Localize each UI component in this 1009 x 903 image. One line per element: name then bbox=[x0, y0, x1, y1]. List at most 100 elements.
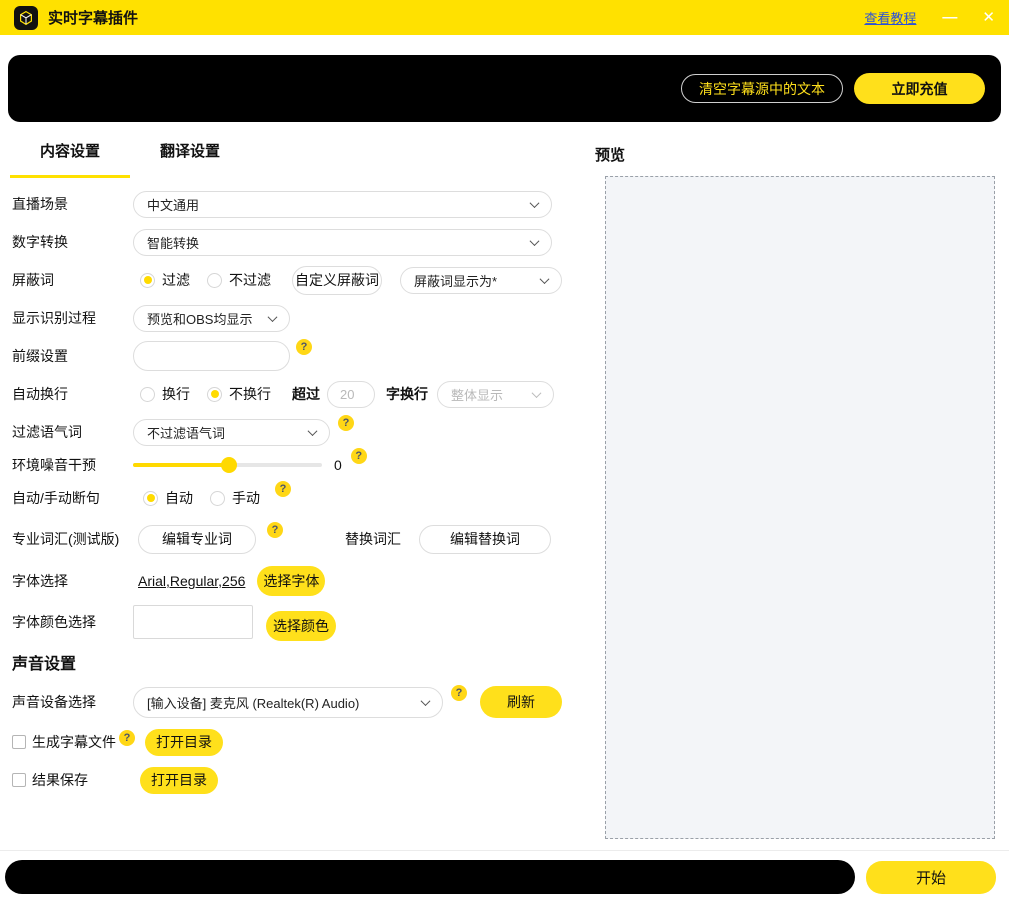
choose-color-button[interactable]: 选择颜色 bbox=[266, 611, 336, 641]
replace-vocab-label: 替换词汇 bbox=[345, 529, 401, 549]
tab-translation-settings[interactable]: 翻译设置 bbox=[130, 122, 250, 178]
live-scene-select[interactable]: 中文通用 bbox=[133, 191, 552, 218]
blocked-words-display-select[interactable]: 屏蔽词显示为* bbox=[400, 267, 562, 294]
slider-thumb[interactable] bbox=[221, 457, 237, 473]
live-scene-label: 直播场景 bbox=[12, 194, 133, 214]
noise-value: 0 bbox=[334, 457, 342, 473]
subtitle-source-panel: 清空字幕源中的文本 立即充值 bbox=[8, 55, 1001, 122]
preview-title: 预览 bbox=[595, 144, 1009, 165]
open-result-dir-button[interactable]: 打开目录 bbox=[140, 767, 218, 794]
subtitle-output-bar bbox=[5, 860, 855, 894]
show-process-select[interactable]: 预览和OBS均显示 bbox=[133, 305, 290, 332]
show-process-label: 显示识别过程 bbox=[12, 308, 133, 328]
filter-modal-row: 过滤语气词 不过滤语气词 ? bbox=[0, 413, 580, 451]
blocked-words-row: 屏蔽词 过滤 不过滤 自定义屏蔽词 屏蔽词显示为* bbox=[0, 261, 580, 299]
noise-label: 环境噪音干预 bbox=[12, 455, 133, 475]
pro-vocab-label: 专业词汇(测试版) bbox=[12, 529, 133, 549]
number-convert-row: 数字转换 智能转换 bbox=[0, 223, 580, 261]
edit-pro-vocab-button[interactable]: 编辑专业词 bbox=[138, 525, 256, 554]
open-subtitle-dir-button[interactable]: 打开目录 bbox=[145, 729, 223, 756]
edit-replace-vocab-button[interactable]: 编辑替换词 bbox=[419, 525, 551, 554]
chevron-down-icon bbox=[530, 198, 540, 208]
number-convert-select[interactable]: 智能转换 bbox=[133, 229, 552, 256]
wrap-suffix-label: 字换行 bbox=[386, 384, 428, 404]
app-title: 实时字幕插件 bbox=[48, 7, 138, 28]
settings-tabs: 内容设置 翻译设置 bbox=[0, 122, 580, 178]
wrap-count-input[interactable] bbox=[327, 381, 375, 408]
help-icon[interactable]: ? bbox=[451, 685, 467, 701]
view-tutorial-link[interactable]: 查看教程 bbox=[864, 8, 916, 27]
filter-modal-select[interactable]: 不过滤语气词 bbox=[133, 419, 330, 446]
sentence-break-label: 自动/手动断句 bbox=[12, 488, 133, 508]
tab-content-settings[interactable]: 内容设置 bbox=[10, 122, 130, 178]
save-result-checkbox[interactable] bbox=[12, 773, 26, 787]
chevron-down-icon bbox=[421, 696, 431, 706]
preview-panel bbox=[605, 176, 995, 839]
font-color-label: 字体颜色选择 bbox=[12, 612, 133, 632]
custom-blocked-words-button[interactable]: 自定义屏蔽词 bbox=[292, 266, 382, 295]
minimize-icon[interactable]: — bbox=[942, 10, 956, 25]
chevron-down-icon bbox=[540, 274, 550, 284]
auto-wrap-label: 自动换行 bbox=[12, 384, 133, 404]
live-scene-row: 直播场景 中文通用 bbox=[0, 185, 580, 223]
font-select-label: 字体选择 bbox=[12, 571, 133, 591]
chevron-down-icon bbox=[532, 388, 542, 398]
settings-column: 内容设置 翻译设置 直播场景 中文通用 bbox=[0, 122, 580, 850]
number-convert-label: 数字转换 bbox=[12, 232, 133, 252]
nowrap-radio[interactable] bbox=[207, 387, 222, 402]
clear-subtitle-text-button[interactable]: 清空字幕源中的文本 bbox=[681, 74, 843, 103]
chevron-down-icon bbox=[308, 426, 318, 436]
app-window: 实时字幕插件 查看教程 — ✕ 清空字幕源中的文本 立即充值 内容设置 翻译设置 bbox=[0, 0, 1009, 903]
help-icon[interactable]: ? bbox=[351, 448, 367, 464]
font-select-row: 字体选择 Arial,Regular,256 选择字体 bbox=[0, 561, 580, 601]
sound-device-row: 声音设备选择 [输入设备] 麦克风 (Realtek(R) Audio) ? 刷… bbox=[0, 681, 580, 723]
show-process-row: 显示识别过程 预览和OBS均显示 bbox=[0, 299, 580, 337]
prefix-row: 前缀设置 ? bbox=[0, 337, 580, 375]
start-button[interactable]: 开始 bbox=[866, 861, 996, 894]
current-font-link[interactable]: Arial,Regular,256 bbox=[138, 573, 245, 589]
blocked-words-nofilter-radio[interactable] bbox=[207, 273, 222, 288]
help-icon[interactable]: ? bbox=[267, 522, 283, 538]
refresh-button[interactable]: 刷新 bbox=[480, 686, 562, 718]
prefix-input[interactable] bbox=[133, 341, 290, 371]
cube-icon bbox=[17, 9, 35, 27]
save-result-row: 结果保存 打开目录 bbox=[0, 761, 580, 799]
help-icon[interactable]: ? bbox=[338, 415, 354, 431]
wrap-radio[interactable] bbox=[140, 387, 155, 402]
blocked-words-label: 屏蔽词 bbox=[12, 270, 133, 290]
noise-slider[interactable] bbox=[133, 457, 322, 473]
chevron-down-icon bbox=[530, 236, 540, 246]
blocked-words-filter-radio[interactable] bbox=[140, 273, 155, 288]
prefix-label: 前缀设置 bbox=[12, 346, 133, 366]
footer-bar: 开始 bbox=[0, 850, 1009, 903]
sound-device-select[interactable]: [输入设备] 麦克风 (Realtek(R) Audio) bbox=[133, 687, 443, 718]
help-icon[interactable]: ? bbox=[119, 730, 135, 746]
app-logo bbox=[14, 6, 38, 30]
close-icon[interactable]: ✕ bbox=[982, 10, 995, 25]
help-icon[interactable]: ? bbox=[275, 481, 291, 497]
display-mode-select[interactable]: 整体显示 bbox=[437, 381, 554, 408]
noise-row: 环境噪音干预 0 ? bbox=[0, 451, 580, 479]
choose-font-button[interactable]: 选择字体 bbox=[257, 566, 325, 596]
active-tab-underline bbox=[10, 175, 130, 178]
help-icon[interactable]: ? bbox=[296, 339, 312, 355]
exceed-label: 超过 bbox=[292, 384, 320, 404]
font-color-row: 字体颜色选择 选择颜色 bbox=[0, 601, 580, 643]
auto-break-radio[interactable] bbox=[143, 491, 158, 506]
manual-break-radio[interactable] bbox=[210, 491, 225, 506]
auto-wrap-row: 自动换行 换行 不换行 超过 字换行 整体显示 bbox=[0, 375, 580, 413]
title-bar: 实时字幕插件 查看教程 — ✕ bbox=[0, 0, 1009, 35]
subtitle-file-checkbox[interactable] bbox=[12, 735, 26, 749]
sound-device-label: 声音设备选择 bbox=[12, 692, 133, 712]
subtitle-file-row: 生成字幕文件 ? 打开目录 bbox=[0, 723, 580, 761]
recharge-button[interactable]: 立即充值 bbox=[854, 73, 985, 104]
filter-modal-label: 过滤语气词 bbox=[12, 422, 133, 442]
font-color-input[interactable] bbox=[133, 605, 253, 639]
subtitle-file-label: 生成字幕文件 bbox=[32, 732, 116, 752]
preview-column: 预览 bbox=[580, 122, 1009, 850]
save-result-label: 结果保存 bbox=[32, 770, 88, 790]
chevron-down-icon bbox=[268, 312, 278, 322]
pro-vocab-row: 专业词汇(测试版) 编辑专业词 ? 替换词汇 编辑替换词 bbox=[0, 517, 580, 561]
sentence-break-row: 自动/手动断句 自动 手动 ? bbox=[0, 479, 580, 517]
sound-settings-heading: 声音设置 bbox=[0, 643, 580, 681]
